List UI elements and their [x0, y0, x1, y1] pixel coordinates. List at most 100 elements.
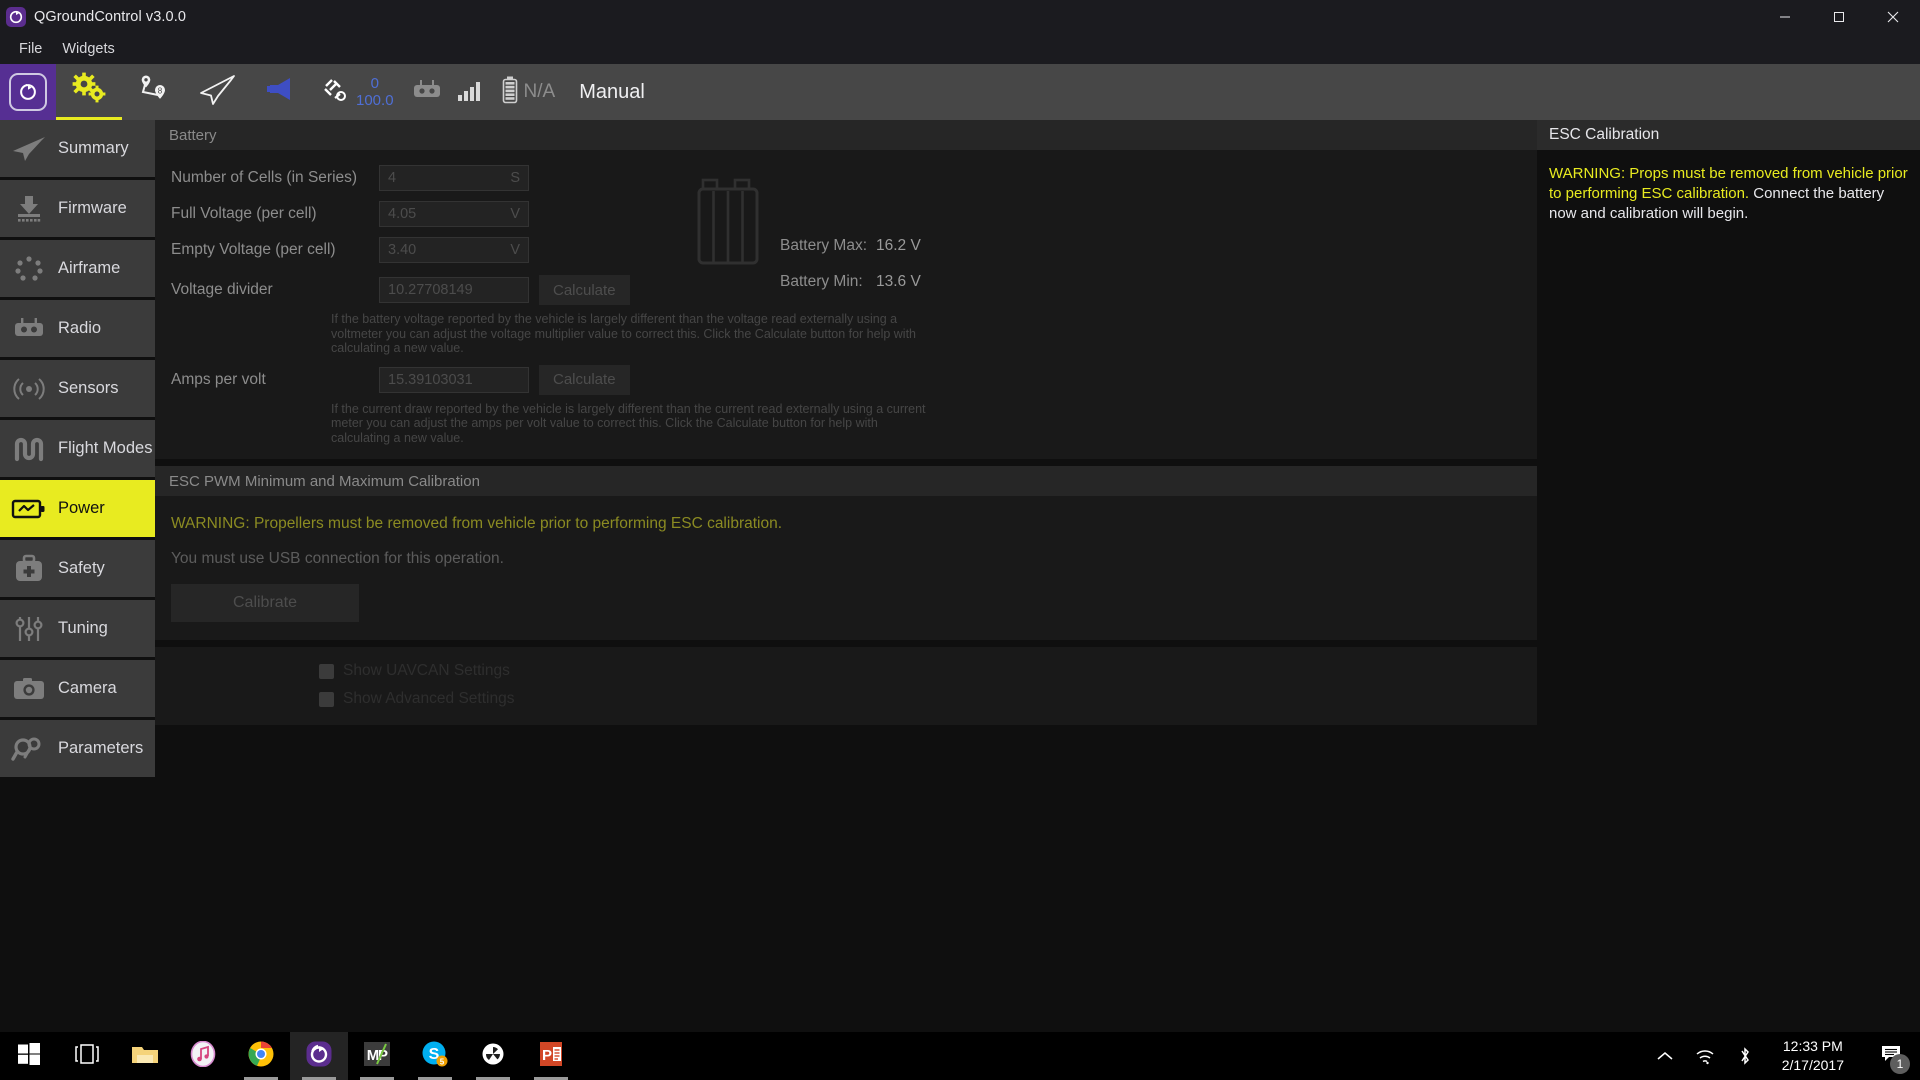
show-uavcan-settings-checkbox[interactable]: Show UAVCAN Settings: [155, 657, 1537, 685]
sidebar-item-label: Safety: [58, 559, 105, 578]
qgroundcontrol-icon: [6, 7, 26, 27]
sidebar-item-summary[interactable]: Summary: [0, 120, 155, 177]
checkbox-label: Show Advanced Settings: [343, 690, 514, 708]
taskbar-mission-planner[interactable]: M P: [348, 1032, 406, 1080]
battery-max-value: 16.2 V: [876, 237, 921, 255]
checkbox-label: Show UAVCAN Settings: [343, 662, 510, 680]
empty-voltage-label: Empty Voltage (per cell): [171, 241, 379, 259]
toolbar-analyze-button[interactable]: [252, 64, 312, 120]
qgroundcontrol-logo-icon: [9, 73, 47, 111]
toolbar-fly-button[interactable]: [184, 64, 252, 120]
taskbar-itunes[interactable]: [174, 1032, 232, 1080]
full-voltage-label: Full Voltage (per cell): [171, 205, 379, 223]
tray-show-hidden-icons[interactable]: [1654, 1045, 1676, 1067]
toolbar-setup-button[interactable]: [56, 64, 122, 120]
empty-voltage-value: 3.40: [388, 242, 416, 258]
battery-max-readout: Battery Max: 16.2 V: [780, 228, 921, 264]
gps-hdop: 100.0: [356, 92, 394, 109]
first-aid-kit-icon: [8, 550, 50, 588]
sidebar-item-sensors[interactable]: Sensors: [0, 360, 155, 417]
close-button[interactable]: [1866, 0, 1920, 34]
battery-min-label: Battery Min:: [780, 273, 876, 291]
sidebar-item-radio[interactable]: Radio: [0, 300, 155, 357]
empty-voltage-input[interactable]: 3.40 V: [379, 237, 529, 263]
battery-max-label: Battery Max:: [780, 237, 876, 255]
esc-group-title: ESC PWM Minimum and Maximum Calibration: [169, 473, 480, 490]
show-advanced-settings-checkbox[interactable]: Show Advanced Settings: [155, 685, 1537, 713]
menubar: File Widgets: [0, 34, 1920, 64]
sidebar-item-firmware[interactable]: Firmware: [0, 180, 155, 237]
amps-per-volt-calculate-button[interactable]: Calculate: [539, 365, 630, 395]
checkbox-box: [319, 664, 334, 679]
menu-widgets[interactable]: Widgets: [52, 39, 124, 59]
sidebar-item-label: Firmware: [58, 199, 127, 218]
voltage-divider-calculate-button[interactable]: Calculate: [539, 275, 630, 305]
window-titlebar: QGroundControl v3.0.0: [0, 0, 1920, 34]
signal-bars-icon: [456, 78, 484, 107]
maximize-button[interactable]: [1812, 0, 1866, 34]
toolbar-rc-status[interactable]: [404, 64, 492, 120]
amps-per-volt-input[interactable]: 15.39103031: [379, 367, 529, 393]
paper-plane-icon: [8, 130, 50, 168]
toolbar-home-button[interactable]: [0, 64, 56, 120]
sidebar-item-airframe[interactable]: Airframe: [0, 240, 155, 297]
folder-icon: [131, 1042, 159, 1071]
taskbar-clock[interactable]: 12:33 PM 2/17/2017: [1774, 1037, 1852, 1075]
itunes-icon: [190, 1041, 216, 1072]
minimize-button[interactable]: [1758, 0, 1812, 34]
menu-file[interactable]: File: [9, 39, 52, 59]
sidebar-item-label: Tuning: [58, 619, 108, 638]
tray-network-icon[interactable]: [1694, 1045, 1716, 1067]
power-settings-pane: Battery Number of Cells (in Series) 4 S …: [155, 120, 1537, 1040]
flight-modes-icon: [8, 430, 50, 468]
sidebar-item-parameters[interactable]: Parameters: [0, 720, 155, 777]
action-center-button[interactable]: 1: [1870, 1032, 1914, 1080]
sidebar-item-safety[interactable]: Safety: [0, 540, 155, 597]
satellite-icon: [322, 76, 350, 109]
flight-mode-selector[interactable]: Manual: [565, 81, 659, 104]
battery-value: N/A: [524, 81, 556, 103]
battery-min-value: 13.6 V: [876, 273, 921, 291]
svg-text:8: 8: [158, 86, 163, 95]
number-of-cells-label: Number of Cells (in Series): [171, 169, 379, 187]
taskbar-app-white[interactable]: [464, 1032, 522, 1080]
mission-planner-icon: M P: [364, 1041, 390, 1072]
sidebar-item-label: Summary: [58, 139, 129, 158]
sidebar-item-camera[interactable]: Camera: [0, 660, 155, 717]
svg-text:P: P: [542, 1047, 552, 1064]
taskbar-powerpoint[interactable]: P: [522, 1032, 580, 1080]
qgc-toolbar: 8: [0, 64, 1920, 120]
sidebar-item-tuning[interactable]: Tuning: [0, 600, 155, 657]
sidebar-item-power[interactable]: Power: [0, 480, 155, 537]
toolbar-gps-status[interactable]: 0 100.0: [312, 64, 404, 120]
battery-bolt-icon: [8, 490, 50, 528]
tray-bluetooth-icon[interactable]: [1734, 1045, 1756, 1067]
taskbar-chrome[interactable]: [232, 1032, 290, 1080]
amps-per-volt-help-text: If the current draw reported by the vehi…: [155, 402, 935, 446]
taskbar-task-view-button[interactable]: [58, 1032, 116, 1080]
system-tray: 12:33 PM 2/17/2017 1: [1654, 1032, 1920, 1080]
airframe-icon: [8, 250, 50, 288]
taskbar-file-explorer[interactable]: [116, 1032, 174, 1080]
notification-count: 1: [1890, 1054, 1910, 1074]
number-of-cells-input[interactable]: 4 S: [379, 165, 529, 191]
megaphone-icon: [266, 75, 298, 110]
sidebar-item-flight-modes[interactable]: Flight Modes: [0, 420, 155, 477]
qgroundcontrol-window: QGroundControl v3.0.0 File Widgets: [0, 0, 1920, 1080]
checkbox-box: [319, 692, 334, 707]
voltage-divider-input[interactable]: 10.27708149: [379, 277, 529, 303]
esc-calibration-panel-header: ESC Calibration: [1537, 120, 1920, 150]
toolbar-battery-status[interactable]: N/A: [492, 64, 566, 120]
rc-transmitter-icon: [8, 310, 50, 348]
toolbar-plan-button[interactable]: 8: [122, 64, 184, 120]
taskbar-start-button[interactable]: [0, 1032, 58, 1080]
esc-group-header: ESC PWM Minimum and Maximum Calibration: [155, 466, 1537, 496]
full-voltage-input[interactable]: 4.05 V: [379, 201, 529, 227]
full-voltage-value: 4.05: [388, 206, 416, 222]
taskbar-qgroundcontrol[interactable]: [290, 1032, 348, 1080]
chrome-icon: [248, 1041, 274, 1072]
gear-white-icon: [481, 1042, 505, 1071]
download-icon: [8, 190, 50, 228]
esc-calibrate-button[interactable]: Calibrate: [171, 584, 359, 622]
taskbar-skype[interactable]: S 5: [406, 1032, 464, 1080]
